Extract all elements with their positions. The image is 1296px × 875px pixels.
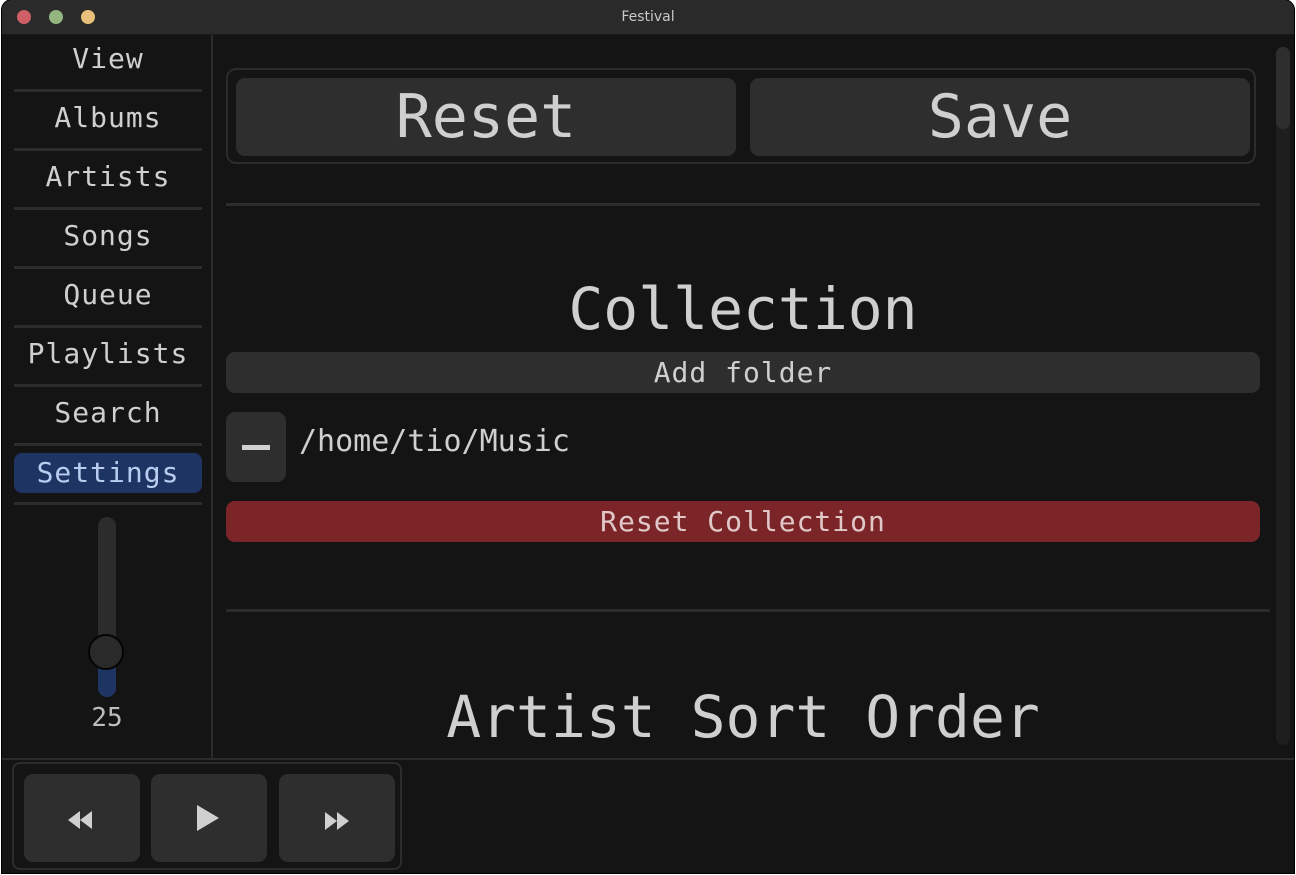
fast-forward-icon [325,812,349,830]
rewind-icon [68,811,92,829]
sidebar-item-artists[interactable]: Artists [14,157,202,197]
save-settings-button[interactable]: Save [750,78,1250,156]
volume-slider-handle[interactable] [88,634,124,670]
reset-settings-button[interactable]: Reset [236,78,736,156]
settings-scrollbar[interactable] [1276,47,1290,745]
play-button[interactable] [151,774,267,862]
sidebar-divider [14,443,202,446]
window-title: Festival [621,9,675,25]
sidebar: View Albums Artists Songs Queue Playlist… [2,35,213,758]
sidebar-divider [14,266,202,269]
sidebar-divider [14,89,202,92]
app-window: Festival View Albums Artists Songs Queue… [2,0,1294,873]
previous-track-button[interactable] [24,774,140,862]
volume-value: 25 [91,703,123,733]
playback-bar [2,758,1294,873]
sidebar-item-albums[interactable]: Albums [14,98,202,138]
settings-panel: Reset Save Collection Add folder /home/t… [213,35,1294,758]
sidebar-divider [14,502,202,505]
play-icon [197,805,219,831]
reset-collection-button[interactable]: Reset Collection [226,501,1260,542]
minus-icon [242,445,270,450]
volume-slider[interactable] [98,517,116,697]
sidebar-item-settings[interactable]: Settings [14,453,202,493]
section-divider [226,609,1270,612]
title-bar: Festival [2,0,1294,35]
sidebar-item-playlists[interactable]: Playlists [14,334,202,374]
collection-title: Collection [568,275,918,343]
sidebar-item-view[interactable]: View [14,39,202,79]
next-track-button[interactable] [279,774,395,862]
add-folder-button[interactable]: Add folder [226,352,1260,393]
remove-folder-button[interactable] [226,412,286,482]
sidebar-item-search[interactable]: Search [14,393,202,433]
sidebar-item-queue[interactable]: Queue [14,275,202,315]
sidebar-divider [14,325,202,328]
sidebar-item-songs[interactable]: Songs [14,216,202,256]
collection-folder-path: /home/tio/Music [299,424,570,459]
sidebar-divider [14,148,202,151]
section-divider [226,203,1260,206]
sidebar-divider [14,207,202,210]
sidebar-divider [14,384,202,387]
transport-controls [12,762,402,870]
scrollbar-thumb[interactable] [1276,47,1290,129]
artist-sort-order-title: Artist Sort Order [446,683,1040,751]
